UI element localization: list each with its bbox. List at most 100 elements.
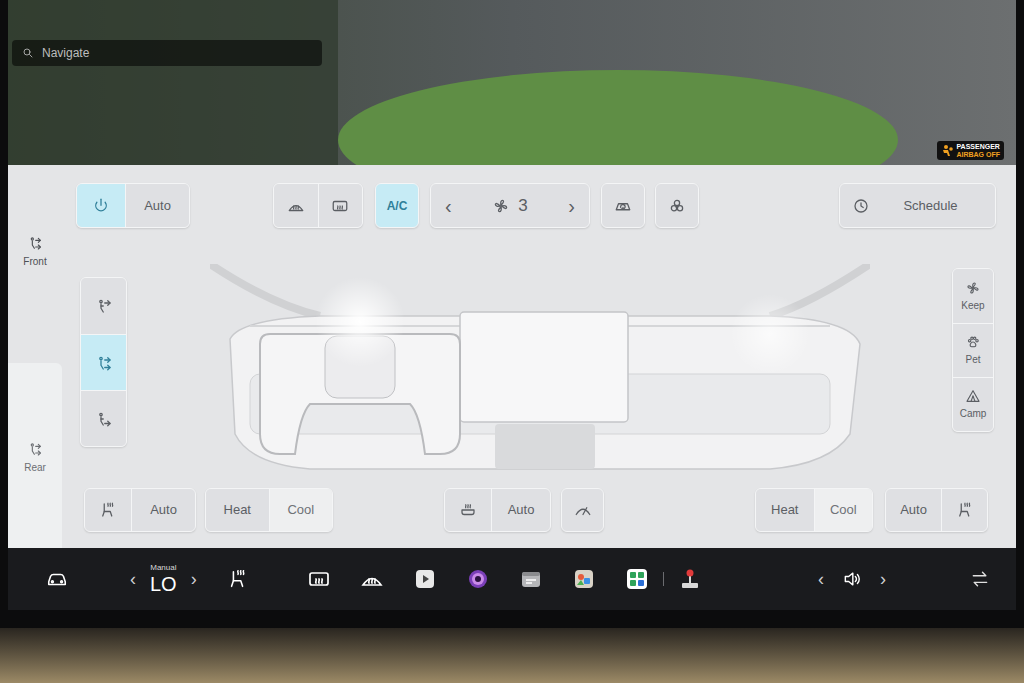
mode-button[interactable]: Pet: [953, 323, 993, 377]
fan-speed-control: ‹ 3 ›: [430, 183, 590, 228]
fan-increase[interactable]: ›: [568, 196, 575, 216]
front-defrost-icon[interactable]: [360, 567, 384, 591]
recirculate-button[interactable]: [601, 183, 645, 228]
auto-button[interactable]: Auto: [131, 489, 195, 531]
heat-cool-option[interactable]: Heat: [206, 489, 269, 531]
airflow-icon: [27, 235, 43, 251]
heat-cool-toggle: Heat Cool: [205, 488, 333, 532]
heat-cool-option[interactable]: Cool: [814, 489, 873, 531]
airbag-text: PASSENGERAIRBAG OFF: [956, 143, 1000, 158]
wiper-defrost-button[interactable]: [561, 488, 604, 532]
volume-decrease[interactable]: ‹: [818, 570, 824, 588]
heat-cool-label: Cool: [830, 500, 857, 520]
recirculate-icon: [614, 197, 632, 215]
display: PASSENGERAIRBAG OFF Front Rear Auto A/C ‹ 3 ›…: [8, 0, 1016, 610]
temperature-increase[interactable]: ›: [191, 570, 197, 588]
seat-heater-button[interactable]: [85, 489, 131, 531]
airflow-icon: [95, 354, 113, 372]
screen: PASSENGERAIRBAG OFF Front Rear Auto A/C ‹ 3 ›…: [0, 0, 1024, 683]
climate-panel: Front Rear Auto A/C ‹ 3 › Schedule Keep Pet Camp…: [8, 165, 1016, 548]
car-icon: [44, 568, 70, 590]
defrost-group: [273, 183, 363, 228]
climate-main: Auto A/C ‹ 3 › Schedule Keep Pet Camp Auto Heat C…: [62, 165, 1016, 548]
fan-decrease[interactable]: ‹: [445, 196, 452, 216]
mode-button[interactable]: Camp: [953, 377, 993, 431]
ac-button[interactable]: A/C: [375, 183, 419, 228]
car-interior: [0, 628, 1024, 683]
mode-label: Keep: [961, 298, 984, 313]
climate-modes: Keep Pet Camp: [952, 268, 994, 432]
heat-cool-label: Heat: [224, 500, 251, 520]
ac-label: A/C: [387, 197, 408, 215]
rear-defrost-icon[interactable]: [307, 567, 331, 591]
seat-heater-icon: [956, 501, 974, 519]
airflow-icon: [95, 410, 113, 428]
auto-button[interactable]: Auto: [125, 184, 189, 227]
middle-area: Keep Pet Camp: [62, 228, 1016, 488]
power-button[interactable]: [77, 184, 125, 227]
steering-wheel-heater: Auto: [444, 488, 551, 532]
arcade-icon[interactable]: [678, 567, 702, 591]
airflow-button[interactable]: [81, 334, 126, 390]
search-input[interactable]: [42, 44, 312, 62]
temperature-decrease[interactable]: ‹: [130, 570, 136, 588]
steering-heater-button[interactable]: [445, 489, 491, 531]
power-auto-group: Auto: [76, 183, 190, 228]
heat-cool-toggle: Heat Cool: [755, 488, 873, 532]
fan-speed: 3: [518, 193, 527, 219]
bottom-controls: Auto Heat Cool Auto Heat Cool Auto: [62, 488, 1016, 532]
music-icon[interactable]: [466, 567, 490, 591]
floor-area: [338, 70, 898, 165]
taskbar: ‹ManualLO›‹›: [8, 548, 1016, 610]
auto-button[interactable]: Auto: [886, 489, 941, 531]
app-dock: [307, 567, 649, 591]
schedule-label: Schedule: [878, 196, 983, 216]
volume-control: ‹›: [818, 569, 886, 589]
heat-cool-label: Heat: [771, 500, 798, 520]
paw-icon: [965, 334, 981, 350]
seat-heater-button[interactable]: [941, 489, 987, 531]
fan-icon: [492, 197, 510, 215]
defrost-button[interactable]: [318, 184, 363, 227]
speaker-icon: [842, 569, 862, 589]
auto-label: Auto: [144, 196, 171, 216]
defrost-button[interactable]: [274, 184, 318, 227]
mode-button[interactable]: Keep: [953, 269, 993, 323]
volume-increase[interactable]: ›: [880, 570, 886, 588]
car-dashboard: [210, 264, 870, 484]
auto-button[interactable]: Auto: [491, 489, 550, 531]
schedule-button[interactable]: Schedule: [839, 183, 996, 228]
temperature-value: LO: [150, 574, 177, 594]
zone-tab[interactable]: Front: [8, 165, 62, 315]
mode-label: Camp: [960, 406, 987, 421]
rear-defrost-icon: [331, 197, 349, 215]
swap-icon: [970, 569, 990, 589]
airflow-button[interactable]: [81, 390, 126, 446]
zone-tabs: Front Rear: [8, 165, 62, 548]
driver-seat-heater: Auto: [84, 488, 196, 532]
bioweapon-button[interactable]: [655, 183, 699, 228]
seat-heater-icon: [99, 501, 117, 519]
heat-cool-option[interactable]: Heat: [756, 489, 814, 531]
navigate-search[interactable]: [12, 40, 322, 66]
temperature-mode: Manual: [150, 564, 176, 572]
toybox-icon[interactable]: [572, 567, 596, 591]
tent-icon: [965, 388, 981, 404]
airflow-button[interactable]: [81, 278, 126, 334]
clock-icon: [852, 197, 870, 215]
media-icon[interactable]: [413, 567, 437, 591]
dashcam-app-icon[interactable]: [625, 567, 649, 591]
heat-cool-option[interactable]: Cool: [269, 489, 333, 531]
search-icon: [22, 47, 34, 59]
zone-tab-label: Rear: [24, 460, 46, 475]
biohazard-icon: [668, 197, 686, 215]
map-area: [8, 0, 338, 165]
zone-tab-label: Front: [23, 254, 46, 269]
airbag-line: PASSENGER: [956, 143, 1000, 150]
wiper-icon: [574, 501, 592, 519]
airbag-icon: [941, 144, 953, 158]
auto-label: Auto: [508, 500, 535, 520]
zone-tab[interactable]: Rear: [8, 363, 62, 548]
passenger-seat-heater: Auto: [885, 488, 988, 532]
calendar-icon[interactable]: [519, 567, 543, 591]
